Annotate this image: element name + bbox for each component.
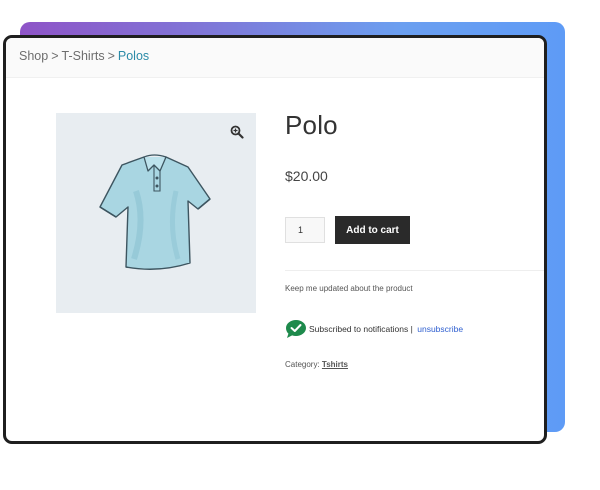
breadcrumb-separator: >	[107, 49, 115, 63]
subscription-status: Subscribed to notifications | unsubscrib…	[285, 319, 463, 339]
breadcrumb-tshirts[interactable]: T-Shirts	[62, 49, 105, 63]
breadcrumb-bar: Shop > T-Shirts > Polos	[6, 38, 544, 78]
product-title: Polo	[285, 110, 338, 140]
product-summary: Polo $20.00 Add to cart Keep me updated …	[285, 110, 544, 369]
product-category: Category: Tshirts	[285, 360, 348, 369]
product-price: $20.00	[285, 168, 328, 184]
keep-updated-label: Keep me updated about the product	[285, 284, 413, 293]
subscribed-text: Subscribed to notifications |	[309, 324, 413, 334]
quantity-input[interactable]	[285, 217, 325, 243]
breadcrumb-current-polos: Polos	[117, 49, 150, 63]
breadcrumb-shop[interactable]: Shop	[19, 49, 48, 63]
browser-window: Shop > T-Shirts > Polos Polo $20.00 1 Ad…	[3, 35, 547, 444]
divider	[285, 270, 544, 271]
chat-check-icon	[286, 320, 306, 338]
polo-shirt-illustration	[99, 154, 211, 270]
category-link-tshirts[interactable]: Tshirts	[322, 360, 348, 369]
category-label: Category:	[285, 360, 320, 369]
product-image[interactable]	[56, 113, 256, 313]
zoom-in-icon[interactable]	[230, 125, 244, 139]
add-to-cart-button[interactable]: Add to cart	[335, 216, 410, 244]
unsubscribe-link[interactable]: unsubscribe	[417, 324, 463, 334]
breadcrumb: Shop > T-Shirts > Polos	[19, 49, 149, 63]
breadcrumb-separator: >	[51, 49, 59, 63]
